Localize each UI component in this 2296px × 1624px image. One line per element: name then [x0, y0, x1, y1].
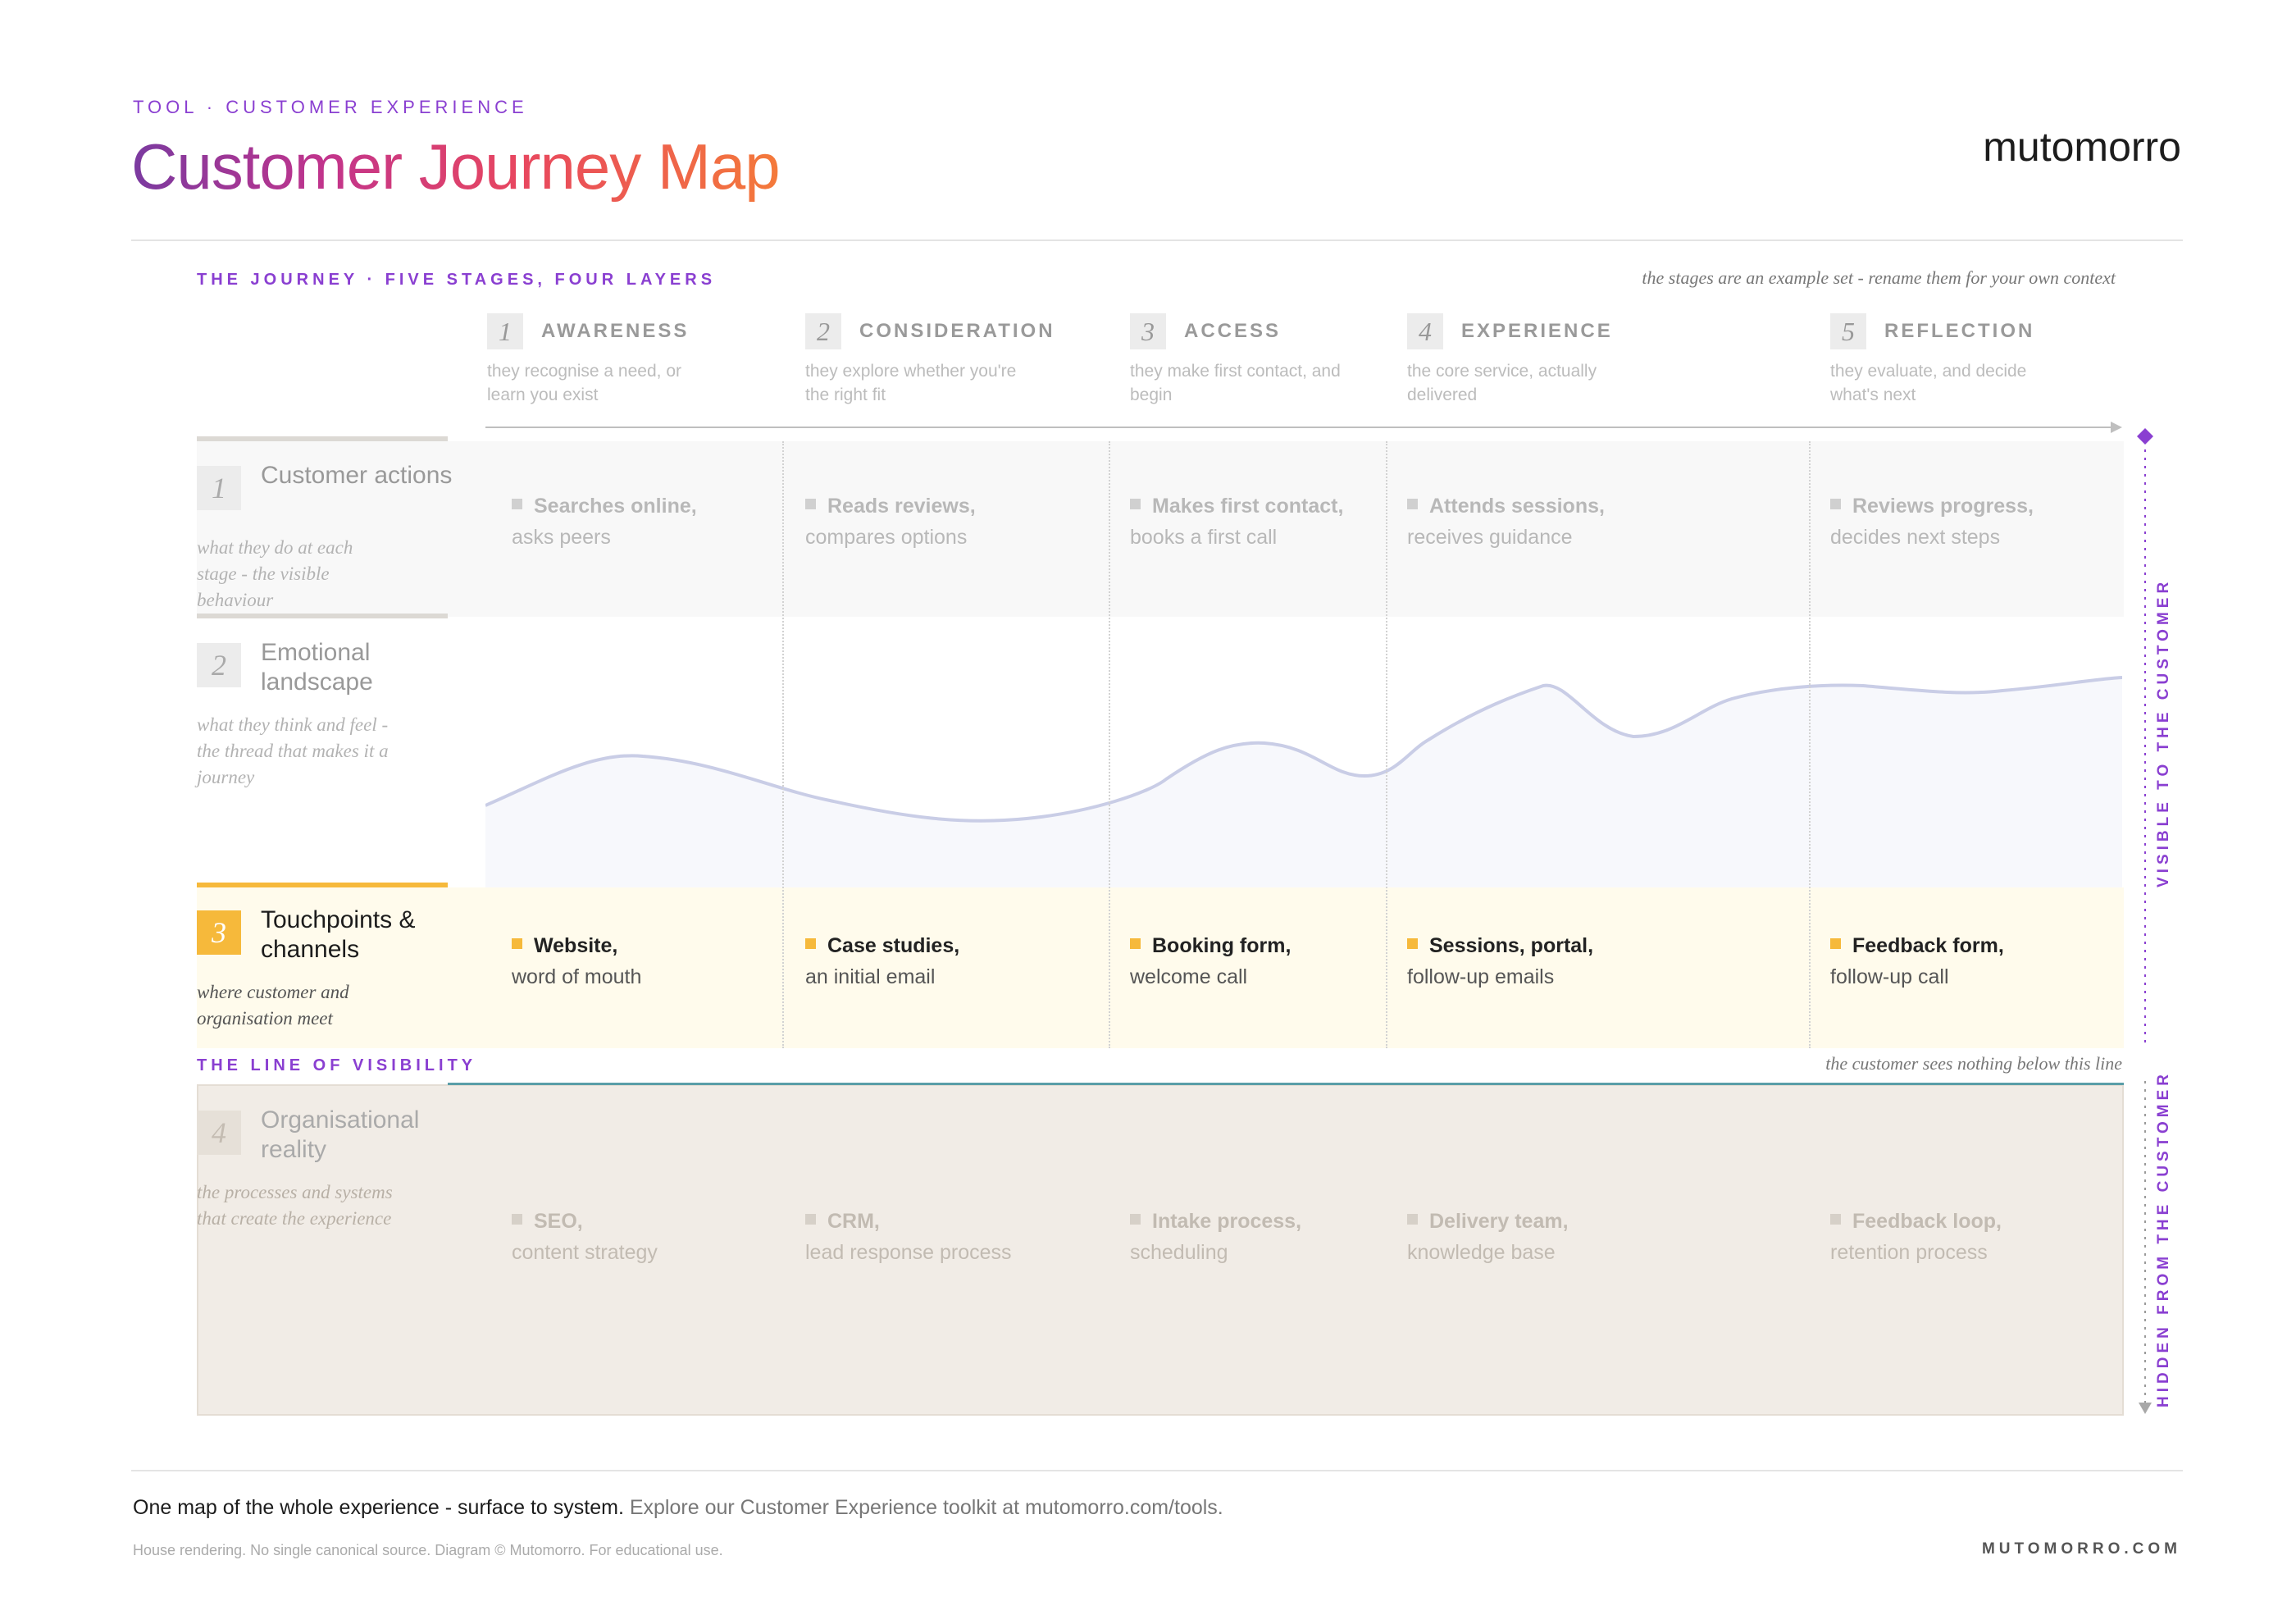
footer-rest: Explore our Customer Experience toolkit … [623, 1496, 1223, 1519]
eyebrow: TOOL · CUSTOMER EXPERIENCE [133, 97, 528, 117]
touchpoint-cell: Sessions, portal, follow-up emails [1407, 934, 1594, 988]
touchpoint-cell: Website, word of mouth [512, 934, 642, 988]
brand-logo: mutomorro [1983, 124, 2181, 170]
layer-1-number: 1 [197, 466, 241, 510]
stage-access: 3 ACCESS they make first contact, and beg… [1130, 313, 1343, 407]
footer-site[interactable]: MUTOMORRO.COM [1982, 1540, 2181, 1558]
layer-1-description: what they do at each stage - the visible… [197, 537, 353, 610]
visibility-label: THE LINE OF VISIBILITY [197, 1056, 477, 1074]
layer-3-rule [197, 883, 448, 887]
action-cell: Reviews progress, decides next steps [1830, 495, 2034, 549]
footer-text: One map of the whole experience - surfac… [133, 1496, 1223, 1520]
stage-number: 5 [1830, 313, 1866, 349]
stage-consideration: 2 CONSIDERATION they explore whether you'… [805, 313, 1055, 407]
layer-3-title: Touchpoints & channels [261, 906, 416, 963]
action-cell: Attends sessions, receives guidance [1407, 495, 1605, 549]
stage-name: REFLECTION [1884, 320, 2035, 342]
layer-1-title: Customer actions [261, 462, 453, 489]
stage-experience: 4 EXPERIENCE the core service, actually d… [1407, 313, 1620, 407]
stage-description: they recognise a need, or learn you exis… [487, 362, 681, 404]
action-cell: Makes first contact, books a first call [1130, 495, 1344, 549]
stage-description: they make first contact, and begin [1130, 362, 1341, 404]
stage-divider [782, 441, 784, 1048]
footer-lead: One map of the whole experience - surfac… [133, 1496, 624, 1519]
touchpoint-cell: Feedback form, follow-up call [1830, 934, 2004, 988]
stage-description: they explore whether you're the right fi… [805, 362, 1017, 404]
footer-small-print: House rendering. No single canonical sou… [133, 1542, 723, 1558]
footer-divider [131, 1470, 2183, 1471]
journey-arrow [485, 422, 2122, 433]
action-cell: Reads reviews, compares options [805, 495, 976, 549]
stage-number: 2 [805, 313, 841, 349]
org-cell: Delivery team, knowledge base [1407, 1210, 1569, 1264]
stage-name: EXPERIENCE [1461, 320, 1613, 342]
layer-2-number: 2 [197, 643, 241, 687]
org-cell: CRM, lead response process [805, 1210, 1012, 1264]
stage-description: they evaluate, and decide what's next [1830, 362, 2027, 404]
stage-reflection: 5 REFLECTION they evaluate, and decide wh… [1830, 313, 2043, 407]
layer-4-number: 4 [197, 1111, 241, 1155]
visibility-note: the customer sees nothing below this lin… [1825, 1053, 2122, 1074]
layer-2-description: what they think and feel - the thread th… [197, 714, 389, 787]
action-cell: Searches online, asks peers [512, 495, 697, 549]
stage-name: AWARENESS [541, 320, 690, 342]
stage-name: ACCESS [1184, 320, 1282, 342]
journey-note: the stages are an example set - rename t… [1642, 267, 2116, 288]
stage-divider [1109, 441, 1110, 1048]
org-cell: Intake process, scheduling [1130, 1210, 1302, 1264]
stage-description: the core service, actually delivered [1407, 362, 1597, 404]
org-cell: SEO, content strategy [512, 1210, 658, 1264]
layer-4-title: Organisational reality [261, 1106, 420, 1163]
header-divider [131, 239, 2183, 241]
visibility-line [448, 1083, 2124, 1085]
touchpoint-cell: Booking form, welcome call [1130, 934, 1292, 988]
stage-number: 4 [1407, 313, 1443, 349]
layer-4-description: the processes and systems that create th… [197, 1182, 393, 1229]
org-cell: Feedback loop, retention process [1830, 1210, 2002, 1264]
layer-3-number: 3 [197, 910, 241, 955]
visible-to-customer-label: VISIBLE TO THE CUSTOMER [2155, 577, 2172, 887]
page-title: Customer Journey Map [131, 130, 781, 203]
hidden-from-customer-label: HIDDEN FROM THE CUSTOMER [2155, 1070, 2172, 1407]
stage-name: CONSIDERATION [859, 320, 1055, 342]
stage-divider [1809, 441, 1811, 1048]
layer-2-rule [197, 614, 448, 618]
touchpoint-cell: Case studies, an initial email [805, 934, 960, 988]
stage-number: 3 [1130, 313, 1166, 349]
layer-3-description: where customer and organisation meet [197, 982, 349, 1029]
layer-2-title: Emotional landscape [261, 639, 373, 696]
emotion-curve [485, 676, 2122, 887]
journey-section-label: THE JOURNEY · FIVE STAGES, FOUR LAYERS [197, 271, 717, 289]
layer-1-rule [197, 436, 448, 441]
stage-awareness: 1 AWARENESS they recognise a need, or lea… [487, 313, 700, 407]
stage-number: 1 [487, 313, 523, 349]
